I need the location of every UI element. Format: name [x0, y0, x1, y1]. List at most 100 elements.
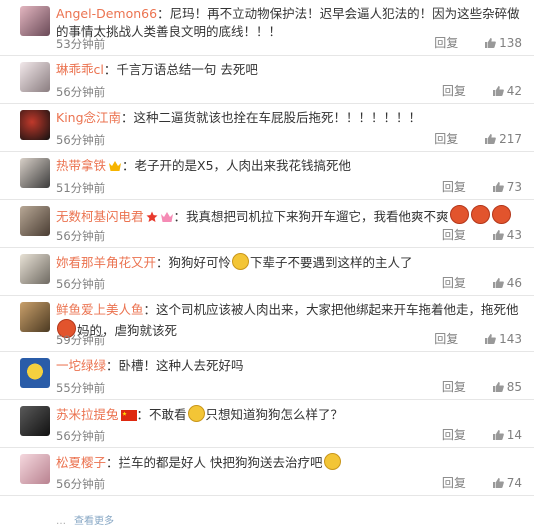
separator: ： — [122, 158, 135, 173]
avatar[interactable] — [20, 110, 50, 140]
avatar[interactable] — [20, 6, 50, 36]
avatar[interactable] — [20, 358, 50, 388]
thumbs-up-icon — [492, 230, 504, 240]
comment-body: 琳乖乖cl：千言万语总结一句 去死吧 — [56, 61, 520, 79]
reply-button[interactable]: 回复 — [442, 180, 466, 194]
avatar[interactable] — [20, 206, 50, 236]
like-button[interactable]: 46 — [492, 276, 522, 290]
comment-list: Angel-Demon66：尼玛！再不立动物保护法！迟早会逼人犯法的！因为这些杂… — [0, 0, 534, 496]
reply-button[interactable]: 回复 — [434, 132, 458, 146]
separator: ： — [106, 455, 119, 470]
separator: ： — [173, 209, 187, 224]
thumbs-up-icon — [492, 278, 504, 288]
comment-line: 松夏樱子：拦车的都是好人 快把狗狗送去治疗吧 — [56, 453, 520, 472]
reply-button[interactable]: 回复 — [442, 428, 466, 442]
separator: ： — [136, 407, 150, 422]
comment-time: 56分钟前 — [56, 477, 106, 491]
thumbs-up-icon — [485, 134, 496, 144]
username-link[interactable]: 琳乖乖cl — [56, 62, 104, 77]
comment-actions: 回复 14 — [442, 426, 522, 443]
comment-item: 苏米拉提兔 ：不敢看 只想知道狗狗怎么样了？ 56分钟前 回复 14 — [0, 400, 534, 448]
sad-emoji-icon — [187, 405, 205, 422]
comment-text: 不敢看 — [149, 407, 187, 422]
username-link[interactable]: King念江南 — [56, 110, 121, 125]
like-count: 42 — [506, 84, 522, 98]
like-button[interactable]: 74 — [492, 476, 522, 490]
thumbs-up-icon — [485, 38, 496, 48]
comment-text: 这个司机应该被人肉出来，大家把他绑起来开车拖着他走，拖死他 — [156, 302, 519, 317]
comment-item: 热带拿铁 ：老子开的是X5，人肉出来我花钱搞死他 51分钟前 回复 73 — [0, 152, 534, 200]
avatar[interactable] — [20, 62, 50, 92]
like-button[interactable]: 42 — [492, 84, 522, 98]
footer: … 查看更多 — [56, 512, 114, 527]
view-more-link[interactable]: 查看更多 — [74, 516, 114, 527]
comment-item: King念江南：这种二逼货就该也拴在车屁股后拖死！！！！！！！ 56分钟前 回复… — [0, 104, 534, 152]
comment-time: 56分钟前 — [56, 133, 106, 147]
username-link[interactable]: Angel-Demon66 — [56, 6, 157, 21]
comment-body: 苏米拉提兔 ：不敢看 只想知道狗狗怎么样了？ — [56, 405, 520, 424]
avatar[interactable] — [20, 302, 50, 332]
comment-item: 妳看那羊角花又开：狗狗好可怜 下辈子不要遇到这样的主人了 56分钟前 回复 46 — [0, 248, 534, 296]
reply-button[interactable]: 回复 — [442, 276, 466, 290]
avatar[interactable] — [20, 254, 50, 284]
username-link[interactable]: 妳看那羊角花又开 — [56, 255, 156, 270]
username-link[interactable]: 热带拿铁 — [56, 158, 106, 173]
reply-button[interactable]: 回复 — [442, 380, 466, 394]
comment-actions: 回复 143 — [434, 330, 522, 347]
reply-button[interactable]: 回复 — [434, 36, 458, 50]
like-count: 43 — [506, 228, 522, 242]
comment-line: 妳看那羊角花又开：狗狗好可怜 下辈子不要遇到这样的主人了 — [56, 253, 520, 272]
username-link[interactable]: 无数柯基闪电君 — [56, 209, 144, 224]
username-link[interactable]: 松夏樱子 — [56, 455, 106, 470]
like-count: 74 — [506, 476, 522, 490]
angry-emoji-icon — [491, 205, 511, 224]
reply-button[interactable]: 回复 — [442, 84, 466, 98]
like-button[interactable]: 43 — [492, 228, 522, 242]
star-badge-icon — [146, 211, 158, 222]
like-button[interactable]: 85 — [492, 380, 522, 394]
like-count: 138 — [499, 36, 522, 50]
comment-body: 松夏樱子：拦车的都是好人 快把狗狗送去治疗吧 — [56, 453, 520, 472]
comment-line: 一坨绿绿：卧槽！这种人去死好吗 — [56, 357, 520, 375]
reply-button[interactable]: 回复 — [442, 228, 466, 242]
crown-icon — [109, 161, 122, 171]
username-link[interactable]: 苏米拉提兔 — [56, 407, 119, 422]
comment-line: King念江南：这种二逼货就该也拴在车屁股后拖死！！！！！！！ — [56, 109, 520, 127]
comment-text: 下辈子不要遇到这样的主人了 — [250, 255, 413, 270]
comment-line: 热带拿铁 ：老子开的是X5，人肉出来我花钱搞死他 — [56, 157, 520, 175]
avatar[interactable] — [20, 158, 50, 188]
like-button[interactable]: 217 — [484, 132, 522, 146]
comment-text: 我真想把司机拉下来狗开车遛它，我看他爽不爽 — [186, 209, 449, 224]
separator: ： — [103, 62, 117, 77]
like-button[interactable]: 138 — [484, 36, 522, 50]
like-button[interactable]: 14 — [492, 428, 522, 442]
reply-button[interactable]: 回复 — [434, 332, 458, 346]
separator: ： — [156, 255, 169, 270]
comment-item: 无数柯基闪电君 ：我真想把司机拉下来狗开车遛它，我看他爽不爽 56分钟前 回复 4… — [0, 200, 534, 248]
comment-text: 卧槽！这种人去死好吗 — [118, 358, 244, 373]
reply-button[interactable]: 回复 — [442, 476, 466, 490]
comment-item: 琳乖乖cl：千言万语总结一句 去死吧 56分钟前 回复 42 — [0, 56, 534, 104]
like-count: 14 — [506, 428, 522, 442]
comment-text: 这种二逼货就该也拴在车屁股后拖死！！！！！！！ — [133, 110, 422, 125]
like-count: 217 — [499, 132, 522, 146]
like-count: 73 — [506, 180, 522, 194]
like-count: 46 — [506, 276, 522, 290]
like-button[interactable]: 73 — [492, 180, 522, 194]
avatar[interactable] — [20, 406, 50, 436]
comment-actions: 回复 85 — [442, 378, 522, 395]
thumbs-up-icon — [492, 430, 504, 440]
avatar[interactable] — [20, 454, 50, 484]
comment-time: 55分钟前 — [56, 381, 106, 395]
like-button[interactable]: 143 — [484, 332, 522, 346]
thumbs-up-icon — [492, 182, 504, 192]
comment-time: 53分钟前 — [56, 37, 106, 51]
username-link[interactable]: 鲜鱼爱上美人鱼 — [56, 302, 144, 317]
username-link[interactable]: 一坨绿绿 — [56, 358, 106, 373]
comment-actions: 回复 46 — [442, 274, 522, 291]
comment-actions: 回复 42 — [442, 82, 522, 99]
comment-item: 松夏樱子：拦车的都是好人 快把狗狗送去治疗吧 56分钟前 回复 74 — [0, 448, 534, 496]
comment-item: Angel-Demon66：尼玛！再不立动物保护法！迟早会逼人犯法的！因为这些杂… — [0, 0, 534, 56]
comment-line: 苏米拉提兔 ：不敢看 只想知道狗狗怎么样了？ — [56, 405, 520, 424]
comment-item: 一坨绿绿：卧槽！这种人去死好吗 55分钟前 回复 85 — [0, 352, 534, 400]
